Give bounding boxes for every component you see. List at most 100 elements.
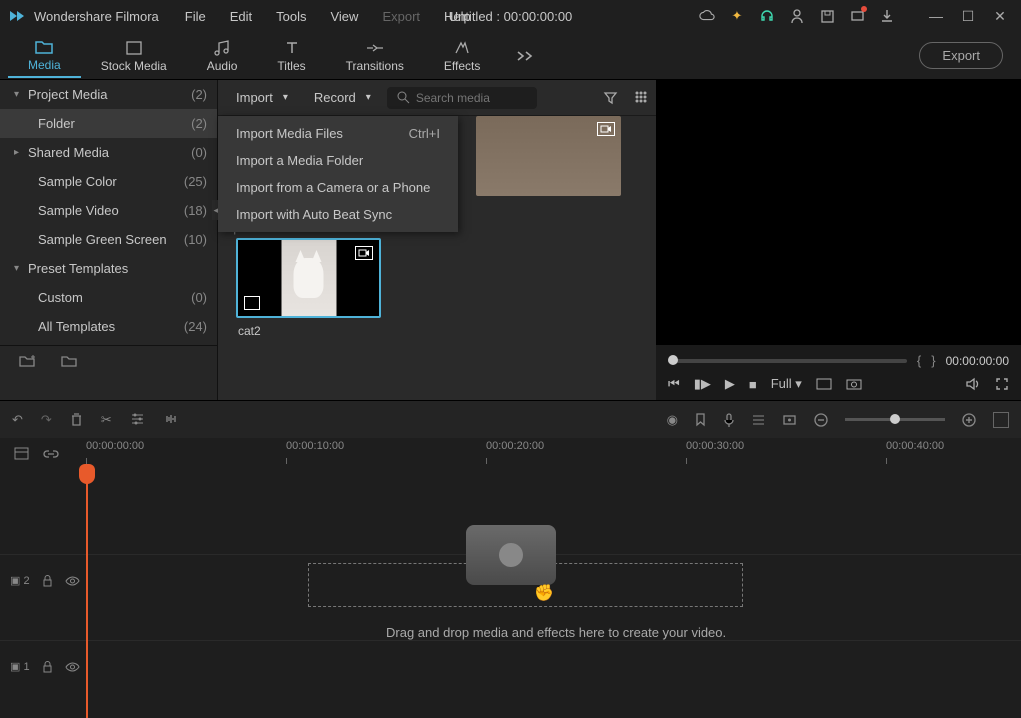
timeline-layout-icon[interactable] <box>14 447 29 460</box>
timeline-ruler[interactable]: 00:00:00:00 00:00:10:00 00:00:20:00 00:0… <box>86 438 1021 468</box>
tab-stock-media[interactable]: Stock Media <box>81 35 187 77</box>
record-dropdown[interactable]: Record▾ <box>304 86 381 109</box>
messages-icon[interactable] <box>849 8 865 24</box>
zoom-out-button[interactable] <box>813 412 829 428</box>
close-button[interactable]: ✕ <box>987 3 1013 29</box>
film-icon <box>124 39 144 57</box>
undo-button[interactable]: ↶ <box>12 412 23 428</box>
menu-view[interactable]: View <box>320 9 368 24</box>
sidebar-item-preset-templates[interactable]: ▾Preset Templates <box>0 254 217 283</box>
top-tabs: Media Stock Media Audio Titles Transitio… <box>0 32 1021 80</box>
export-button[interactable]: Export <box>919 42 1003 69</box>
import-media-files[interactable]: Import Media FilesCtrl+I <box>218 120 458 147</box>
quality-dropdown[interactable]: Full ▾ <box>771 376 802 392</box>
tab-effects[interactable]: Effects <box>424 35 500 77</box>
fullscreen-icon[interactable] <box>995 377 1009 391</box>
sidebar-item-folder[interactable]: Folder(2) <box>0 109 217 138</box>
render-preview-icon[interactable]: ◉ <box>667 412 678 428</box>
folder-icon[interactable] <box>60 354 78 368</box>
minimize-button[interactable]: — <box>923 3 949 29</box>
mark-out-button[interactable]: } <box>931 353 935 368</box>
sidebar-item-custom[interactable]: Custom(0) <box>0 283 217 312</box>
document-title: Untitled : 00:00:00:00 <box>449 9 573 24</box>
menu-edit[interactable]: Edit <box>220 9 262 24</box>
cloud-icon[interactable] <box>699 8 715 24</box>
timeline: 00:00:00:00 00:00:10:00 00:00:20:00 00:0… <box>0 438 1021 718</box>
zoom-fit-button[interactable] <box>993 412 1009 428</box>
expand-tabs-button[interactable] <box>516 50 536 62</box>
titlebar: Wondershare Filmora File Edit Tools View… <box>0 0 1021 32</box>
play-button[interactable]: ▶ <box>725 376 735 392</box>
tab-titles[interactable]: Titles <box>257 35 325 77</box>
redo-button[interactable]: ↷ <box>41 412 52 428</box>
maximize-button[interactable]: ☐ <box>955 3 981 29</box>
user-icon[interactable] <box>789 8 805 24</box>
snapshot-icon[interactable] <box>846 378 862 390</box>
tab-label: Audio <box>207 59 238 73</box>
sidebar-item-sample-video[interactable]: Sample Video(18) <box>0 196 217 225</box>
zoom-slider[interactable] <box>845 418 945 421</box>
search-input[interactable] <box>416 91 527 105</box>
mark-in-button[interactable]: { <box>917 353 921 368</box>
search-icon <box>397 91 410 104</box>
tab-media[interactable]: Media <box>8 34 81 78</box>
lock-icon[interactable] <box>42 574 53 587</box>
menu-export[interactable]: Export <box>372 9 430 24</box>
tab-label: Transitions <box>346 59 404 73</box>
add-to-timeline-icon[interactable] <box>244 296 260 310</box>
display-layout-icon[interactable] <box>816 378 832 390</box>
eye-icon[interactable] <box>65 662 80 672</box>
filter-icon[interactable] <box>603 90 618 105</box>
sidebar-item-project-media[interactable]: ▾Project Media(2) <box>0 80 217 109</box>
zoom-in-button[interactable] <box>961 412 977 428</box>
delete-button[interactable] <box>70 412 83 428</box>
menu-tools[interactable]: Tools <box>266 9 316 24</box>
menu-file[interactable]: File <box>175 9 216 24</box>
step-back-button[interactable]: ▮▶ <box>694 376 711 392</box>
preview-scrubber[interactable] <box>668 359 907 363</box>
sparkle-icon[interactable]: ✦ <box>729 8 745 24</box>
video-badge-icon <box>355 246 373 260</box>
tab-audio[interactable]: Audio <box>187 35 258 77</box>
video-track-1[interactable]: ▣ 1 <box>0 640 1021 692</box>
audio-mixer-button[interactable] <box>751 413 766 426</box>
sidebar-item-sample-color[interactable]: Sample Color(25) <box>0 167 217 196</box>
preview-canvas[interactable] <box>656 80 1021 345</box>
stop-button[interactable]: ■ <box>749 377 757 392</box>
import-camera-phone[interactable]: Import from a Camera or a Phone <box>218 174 458 201</box>
new-folder-icon[interactable] <box>18 354 36 368</box>
import-menu: Import Media FilesCtrl+I Import a Media … <box>218 116 458 232</box>
import-media-folder[interactable]: Import a Media Folder <box>218 147 458 174</box>
media-thumb-cat2[interactable] <box>236 238 381 318</box>
sidebar-item-shared-media[interactable]: ▸Shared Media(0) <box>0 138 217 167</box>
headset-icon[interactable] <box>759 8 775 24</box>
import-auto-beat[interactable]: Import with Auto Beat Sync <box>218 201 458 228</box>
tab-transitions[interactable]: Transitions <box>326 35 424 77</box>
marker-button[interactable] <box>694 412 707 427</box>
chevron-down-icon: ▾ <box>366 92 371 103</box>
cut-button[interactable]: ✂ <box>101 412 112 428</box>
save-icon[interactable] <box>819 8 835 24</box>
media-thumb-cat1[interactable] <box>476 116 621 196</box>
download-icon[interactable] <box>879 8 895 24</box>
search-box[interactable] <box>387 87 537 109</box>
keyframe-button[interactable] <box>782 414 797 426</box>
text-icon <box>284 39 300 57</box>
grid-view-icon[interactable] <box>634 90 648 105</box>
sidebar-item-all-templates[interactable]: All Templates(24) <box>0 312 217 341</box>
volume-icon[interactable] <box>965 377 981 391</box>
media-panel: Import▾ Record▾ ◀ Import Media FilesCtrl… <box>218 80 656 400</box>
import-dropdown[interactable]: Import▾ <box>226 86 298 109</box>
audio-wave-button[interactable] <box>163 412 181 428</box>
music-icon <box>213 39 231 57</box>
prev-frame-button[interactable]: ⏮ <box>668 376 680 392</box>
voiceover-button[interactable] <box>723 412 735 428</box>
sidebar-item-sample-green[interactable]: Sample Green Screen(10) <box>0 225 217 254</box>
video-track-2[interactable]: ▣ 2 ✊ Drag and drop media and effects he… <box>0 554 1021 606</box>
lock-icon[interactable] <box>42 660 53 673</box>
link-button[interactable] <box>43 447 59 460</box>
eye-icon[interactable] <box>65 576 80 586</box>
drop-hint-text: Drag and drop media and effects here to … <box>386 625 726 640</box>
adjust-button[interactable] <box>130 412 145 428</box>
media-label: cat2 <box>236 324 381 338</box>
